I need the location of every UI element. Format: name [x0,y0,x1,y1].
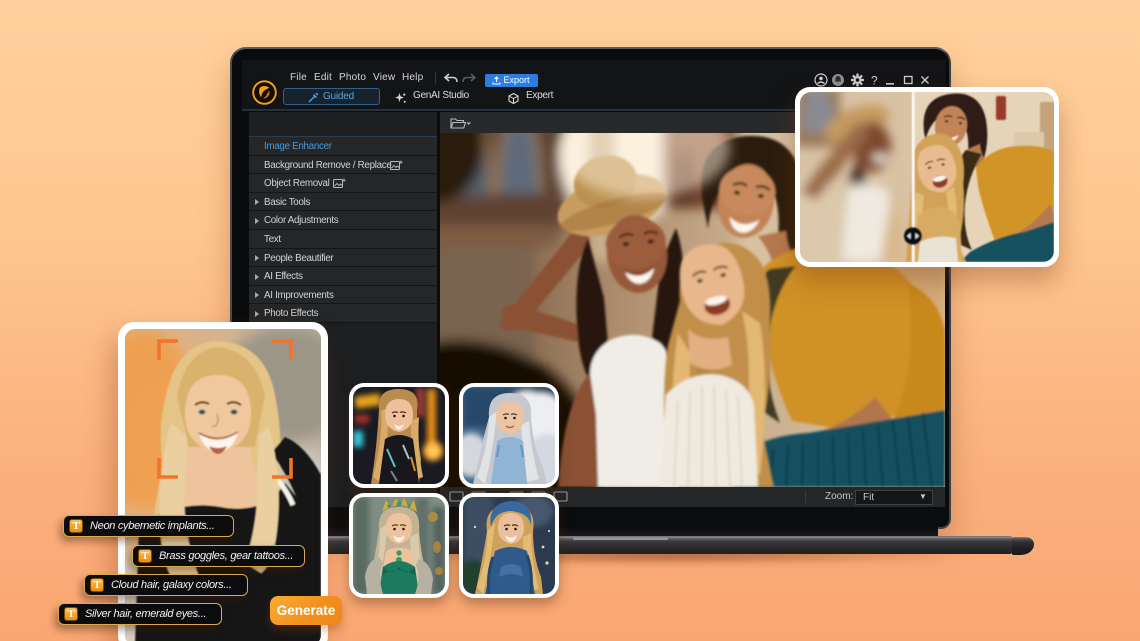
svg-text:?: ? [871,74,878,88]
